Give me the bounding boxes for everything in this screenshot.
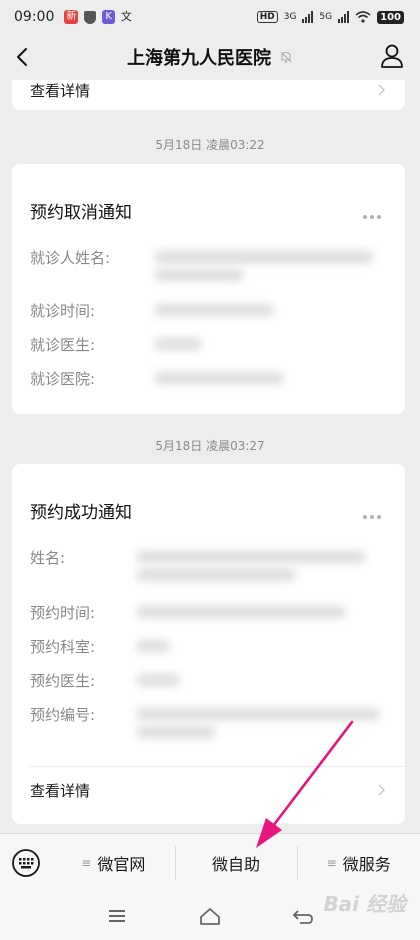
status-indicators: HD 3G 5G 100	[256, 10, 404, 24]
menu-item-self-service[interactable]: 微自助	[174, 834, 298, 892]
network-5g-label: 5G	[319, 12, 333, 22]
profile-icon[interactable]	[378, 42, 406, 70]
back-icon[interactable]	[290, 905, 316, 927]
blurred-value	[136, 568, 296, 582]
wifi-icon	[355, 11, 371, 23]
view-details-row[interactable]: 查看详情	[12, 767, 405, 813]
network-3g-label: 3G	[283, 12, 297, 22]
home-icon[interactable]	[197, 905, 223, 927]
menu-list-icon: ≡	[326, 855, 337, 870]
cancel-notice-card[interactable]: 预约取消通知 就诊人姓名: 就诊时间: 就诊医生: 就诊医院:	[12, 164, 405, 414]
message-timestamp: 5月18日 凌晨03:27	[155, 439, 265, 453]
field-label: 预约时间:	[30, 604, 96, 622]
blurred-value	[136, 725, 216, 739]
signal-icon	[302, 11, 314, 23]
card-title: 预约取消通知	[30, 203, 132, 223]
news-app-icon: 新	[64, 10, 79, 24]
hd-icon: HD	[256, 11, 278, 23]
chevron-right-icon	[378, 84, 385, 96]
card-title: 预约成功通知	[30, 503, 132, 523]
text-app-icon: 文	[120, 10, 132, 23]
status-bar: 09:00 新 K 文 HD 3G 5G 100	[0, 0, 420, 34]
signal-icon-2	[338, 11, 350, 23]
back-arrow-icon[interactable]	[8, 42, 38, 72]
more-options-icon[interactable]	[363, 204, 385, 219]
battery-icon: 100	[377, 10, 404, 24]
booking-success-card[interactable]: 预约成功通知 姓名: 预约时间: 预约科室: 预约医生: 预约编号: 查看详情	[12, 464, 405, 824]
field-label: 就诊医院:	[30, 370, 96, 388]
field-label: 就诊医生:	[30, 336, 96, 354]
blurred-value	[154, 303, 274, 317]
chevron-right-icon	[378, 784, 385, 796]
field-label: 预约编号:	[30, 706, 96, 724]
status-time: 09:00	[14, 9, 55, 25]
more-options-icon[interactable]	[363, 504, 385, 519]
blurred-value	[136, 673, 180, 687]
blurred-value	[136, 639, 170, 653]
menu-item-label: 微自助	[212, 854, 261, 874]
blurred-value	[136, 550, 366, 564]
view-details-label: 查看详情	[30, 81, 91, 100]
menu-item-services[interactable]: ≡ 微服务	[297, 834, 420, 892]
menu-item-label: 微官网	[97, 854, 146, 874]
page-title: 上海第九人民医院	[127, 48, 271, 69]
blurred-value	[154, 268, 244, 282]
message-timestamp: 5月18日 凌晨03:22	[155, 138, 265, 152]
menu-icon[interactable]	[104, 905, 130, 927]
nav-bar: 上海第九人民医院	[0, 34, 420, 80]
k-app-icon: K	[102, 10, 115, 24]
blurred-value	[154, 371, 284, 385]
view-details-label: 查看详情	[30, 781, 91, 800]
wechat-official-account-chat: 09:00 新 K 文 HD 3G 5G 100 上海第九人民医院 查看详情 5…	[0, 0, 420, 940]
field-label: 就诊时间:	[30, 302, 96, 320]
bottom-menu: ≡ 微官网 微自助 ≡ 微服务	[0, 833, 420, 891]
field-label: 预约科室:	[30, 638, 96, 656]
shield-icon	[84, 10, 97, 24]
blurred-value	[136, 707, 380, 721]
view-details-row[interactable]: 查看详情	[12, 80, 405, 113]
field-label: 就诊人姓名:	[30, 249, 111, 267]
watermark: Bai 经验	[323, 892, 406, 916]
blurred-value	[154, 250, 374, 264]
keyboard-icon	[12, 848, 40, 877]
menu-list-icon: ≡	[81, 855, 92, 870]
menu-item-label: 微服务	[342, 854, 391, 874]
menu-item-official-site[interactable]: ≡ 微官网	[52, 834, 175, 892]
chat-area[interactable]: 查看详情 5月18日 凌晨03:22 预约取消通知 就诊人姓名: 就诊时间: 就…	[0, 80, 420, 833]
blurred-value	[154, 337, 202, 351]
mute-bell-icon	[280, 51, 292, 63]
previous-message-card[interactable]: 查看详情	[12, 80, 405, 110]
field-label: 姓名:	[30, 549, 66, 567]
keyboard-toggle[interactable]	[0, 834, 52, 892]
field-label: 预约医生:	[30, 672, 96, 690]
blurred-value	[136, 605, 346, 619]
